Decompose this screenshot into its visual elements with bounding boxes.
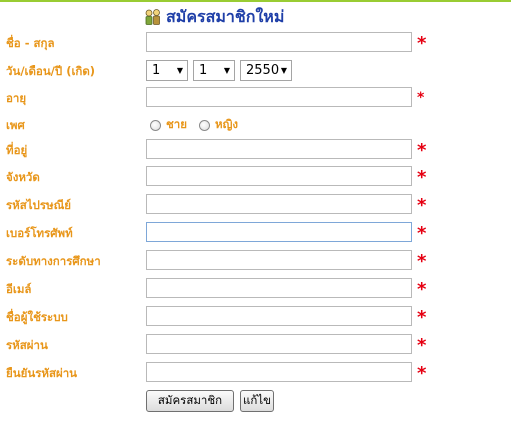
required-mark: * [417,279,427,300]
name-field[interactable] [146,32,412,52]
chevron-down-icon: ▼ [223,66,230,75]
label-confirm-password: ยืนยันรหัสผ่าน [6,366,78,380]
gender-female-option[interactable]: หญิง [199,112,238,138]
year-value: 2550 [246,63,280,78]
username-field[interactable] [146,306,412,326]
gender-male-option[interactable]: ชาย [150,112,187,138]
required-mark: * [417,223,427,244]
required-mark: * [417,90,425,106]
day-select[interactable]: 1 ▼ [146,60,188,81]
radio-male[interactable] [150,119,161,131]
label-username: ชื่อผู้ใช้ระบบ [6,310,68,324]
row-phone: เบอร์โทรศัพท์ * [0,220,511,246]
row-email: อีเมล์ * [0,276,511,302]
year-select[interactable]: 2550 ▼ [240,60,292,81]
row-name: ชื่อ - สกุล * [0,30,511,56]
required-mark: * [417,33,427,54]
password-field[interactable] [146,334,412,354]
row-education: ระดับทางการศึกษา * [0,248,511,274]
page-title: สมัครสมาชิกใหม่ [166,6,285,26]
chevron-down-icon: ▼ [176,66,183,75]
gender-male-label: ชาย [166,117,188,131]
label-province: จังหวัด [6,170,40,184]
chevron-down-icon: ▼ [280,66,287,75]
row-confirm-password: ยืนยันรหัสผ่าน * [0,360,511,386]
province-field[interactable] [146,166,412,186]
form-title: สมัครสมาชิกใหม่ [144,6,284,28]
gender-female-label: หญิง [215,117,238,131]
required-mark: * [417,140,427,161]
required-mark: * [417,167,427,188]
address-field[interactable] [146,139,412,159]
label-postal: รหัสไปรษณีย์ [6,198,72,212]
month-value: 1 [199,63,208,78]
people-icon [145,9,160,25]
label-name: ชื่อ - สกุล [6,36,55,50]
postal-code-field[interactable] [146,194,412,214]
phone-field[interactable] [146,222,412,242]
label-gender: เพศ [6,118,25,132]
required-mark: * [417,363,427,384]
email-field[interactable] [146,278,412,298]
row-age: อายุ * [0,85,511,111]
age-field[interactable] [146,87,412,107]
row-gender: เพศ ชาย หญิง [0,112,511,138]
education-field[interactable] [146,250,412,270]
row-province: จังหวัด * [0,164,511,190]
row-postal: รหัสไปรษณีย์ * [0,192,511,218]
label-age: อายุ [6,91,27,105]
label-password: รหัสผ่าน [6,338,48,352]
submit-button[interactable]: สมัครสมาชิก [146,390,234,412]
required-mark: * [417,195,427,216]
label-phone: เบอร์โทรศัพท์ [6,226,73,240]
radio-female[interactable] [199,119,210,131]
month-select[interactable]: 1 ▼ [193,60,235,81]
required-mark: * [417,251,427,272]
row-username: ชื่อผู้ใช้ระบบ * [0,304,511,330]
row-password: รหัสผ่าน * [0,332,511,358]
top-accent-line [0,0,511,2]
reset-button[interactable]: แก้ไข [240,390,274,412]
confirm-password-field[interactable] [146,362,412,382]
label-address: ที่อยู่ [6,143,28,157]
required-mark: * [417,335,427,356]
label-email: อีเมล์ [6,282,32,296]
row-dob: วัน/เดือน/ปี (เกิด) 1 ▼ 1 ▼ 2550 ▼ [0,58,511,84]
label-education: ระดับทางการศึกษา [6,254,101,268]
day-value: 1 [152,63,161,78]
row-address: ที่อยู่ * [0,137,511,163]
required-mark: * [417,307,427,328]
label-dob: วัน/เดือน/ปี (เกิด) [6,64,96,78]
